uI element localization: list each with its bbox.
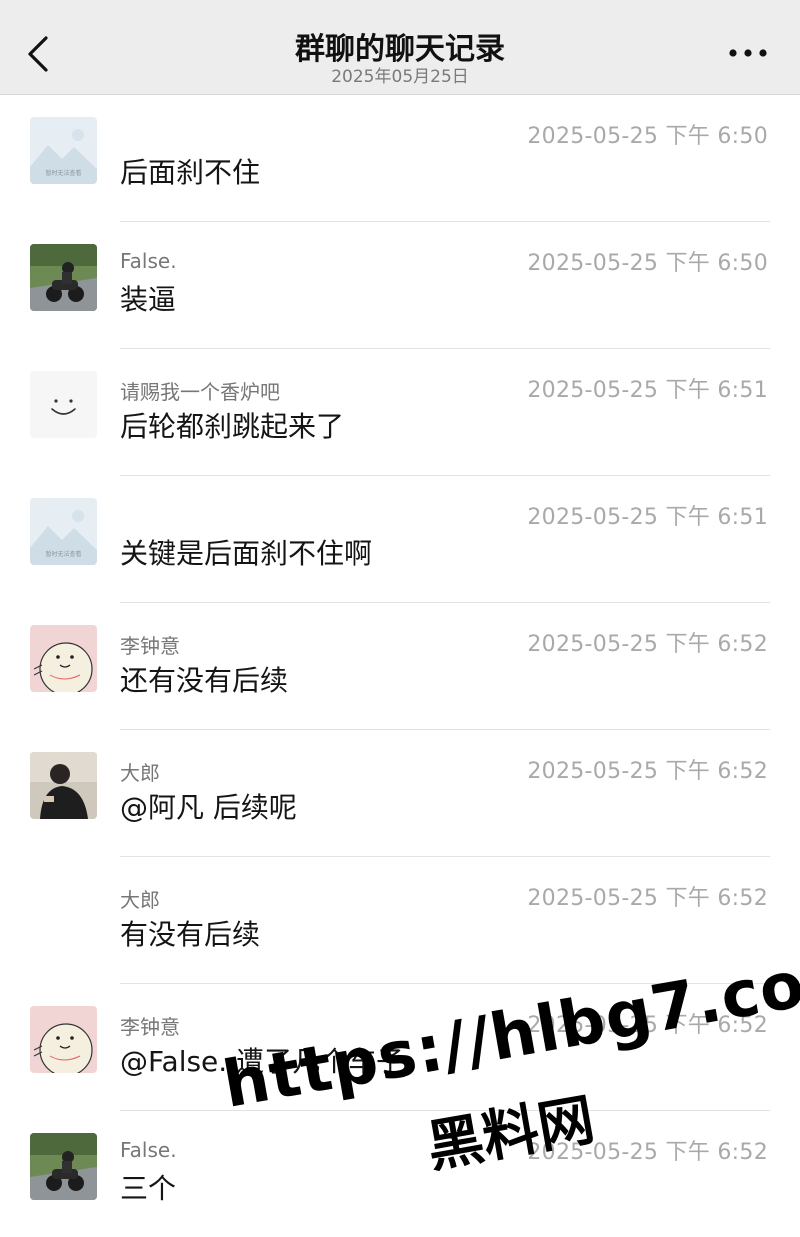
message-time: 2025-05-25 下午 6:51 — [527, 378, 768, 403]
message-text: 还有没有后续 — [120, 664, 289, 697]
message-sender: 李钟意 — [120, 634, 180, 658]
message-time: 2025-05-25 下午 6:50 — [527, 124, 768, 149]
chat-message[interactable]: 请赐我一个香炉吧 2025-05-25 下午 6:51 后轮都刹跳起来了 — [0, 349, 800, 476]
motorcycle-avatar[interactable] — [30, 1133, 97, 1200]
message-sender: 大郎 — [120, 888, 160, 912]
avatar-placeholder-text: 暂时无法查看 — [45, 550, 81, 558]
message-time: 2025-05-25 下午 6:51 — [527, 505, 768, 530]
message-time: 2025-05-25 下午 6:52 — [527, 886, 768, 911]
chat-message[interactable]: 李钟意 2025-05-25 下午 6:52 还有没有后续 — [0, 603, 800, 730]
image-unavailable-avatar[interactable]: 暂时无法查看 — [30, 117, 97, 184]
message-text: 后轮都刹跳起来了 — [120, 410, 345, 443]
message-time: 2025-05-25 下午 6:52 — [527, 759, 768, 784]
chat-message[interactable]: 大郎 2025-05-25 下午 6:52 有没有后续 — [0, 857, 800, 984]
message-text: 装逼 — [120, 283, 177, 316]
cartoon-cat-avatar[interactable] — [30, 1006, 97, 1073]
message-time: 2025-05-25 下午 6:50 — [527, 251, 768, 276]
message-text: 关键是后面刹不住啊 — [120, 537, 373, 570]
avatar-placeholder-text: 暂时无法查看 — [45, 169, 81, 177]
image-unavailable-avatar[interactable]: 暂时无法查看 — [30, 498, 97, 565]
more-options-icon[interactable] — [724, 40, 772, 66]
chat-message[interactable]: 大郎 2025-05-25 下午 6:52 @阿凡 后续呢 — [0, 730, 800, 857]
smiley-avatar[interactable] — [30, 371, 97, 438]
message-text: 三个 — [120, 1172, 177, 1205]
message-text: 有没有后续 — [120, 918, 261, 951]
chat-message[interactable]: 暂时无法查看 2025-05-25 下午 6:51 关键是后面刹不住啊 — [0, 476, 800, 603]
motorcycle-avatar[interactable] — [30, 244, 97, 311]
message-text: @阿凡 后续呢 — [120, 791, 297, 824]
message-sender: 请赐我一个香炉吧 — [120, 380, 280, 404]
chat-message[interactable]: False. 2025-05-25 下午 6:50 装逼 — [0, 222, 800, 349]
watermark-site-name: 黑料网 — [422, 1087, 600, 1181]
chat-message[interactable]: 暂时无法查看 2025-05-25 下午 6:50 后面刹不住 — [0, 95, 800, 222]
message-time: 2025-05-25 下午 6:52 — [527, 632, 768, 657]
nav-header: 群聊的聊天记录 2025年05月25日 — [0, 0, 800, 95]
message-text: 后面刹不住 — [120, 156, 261, 189]
person-photo-avatar[interactable] — [30, 752, 97, 819]
page-subtitle-date: 2025年05月25日 — [331, 67, 469, 87]
message-sender: False. — [120, 1138, 177, 1162]
message-sender: 大郎 — [120, 761, 160, 785]
message-sender: False. — [120, 249, 177, 273]
cartoon-cat-avatar[interactable] — [30, 625, 97, 692]
message-sender: 李钟意 — [120, 1015, 180, 1039]
